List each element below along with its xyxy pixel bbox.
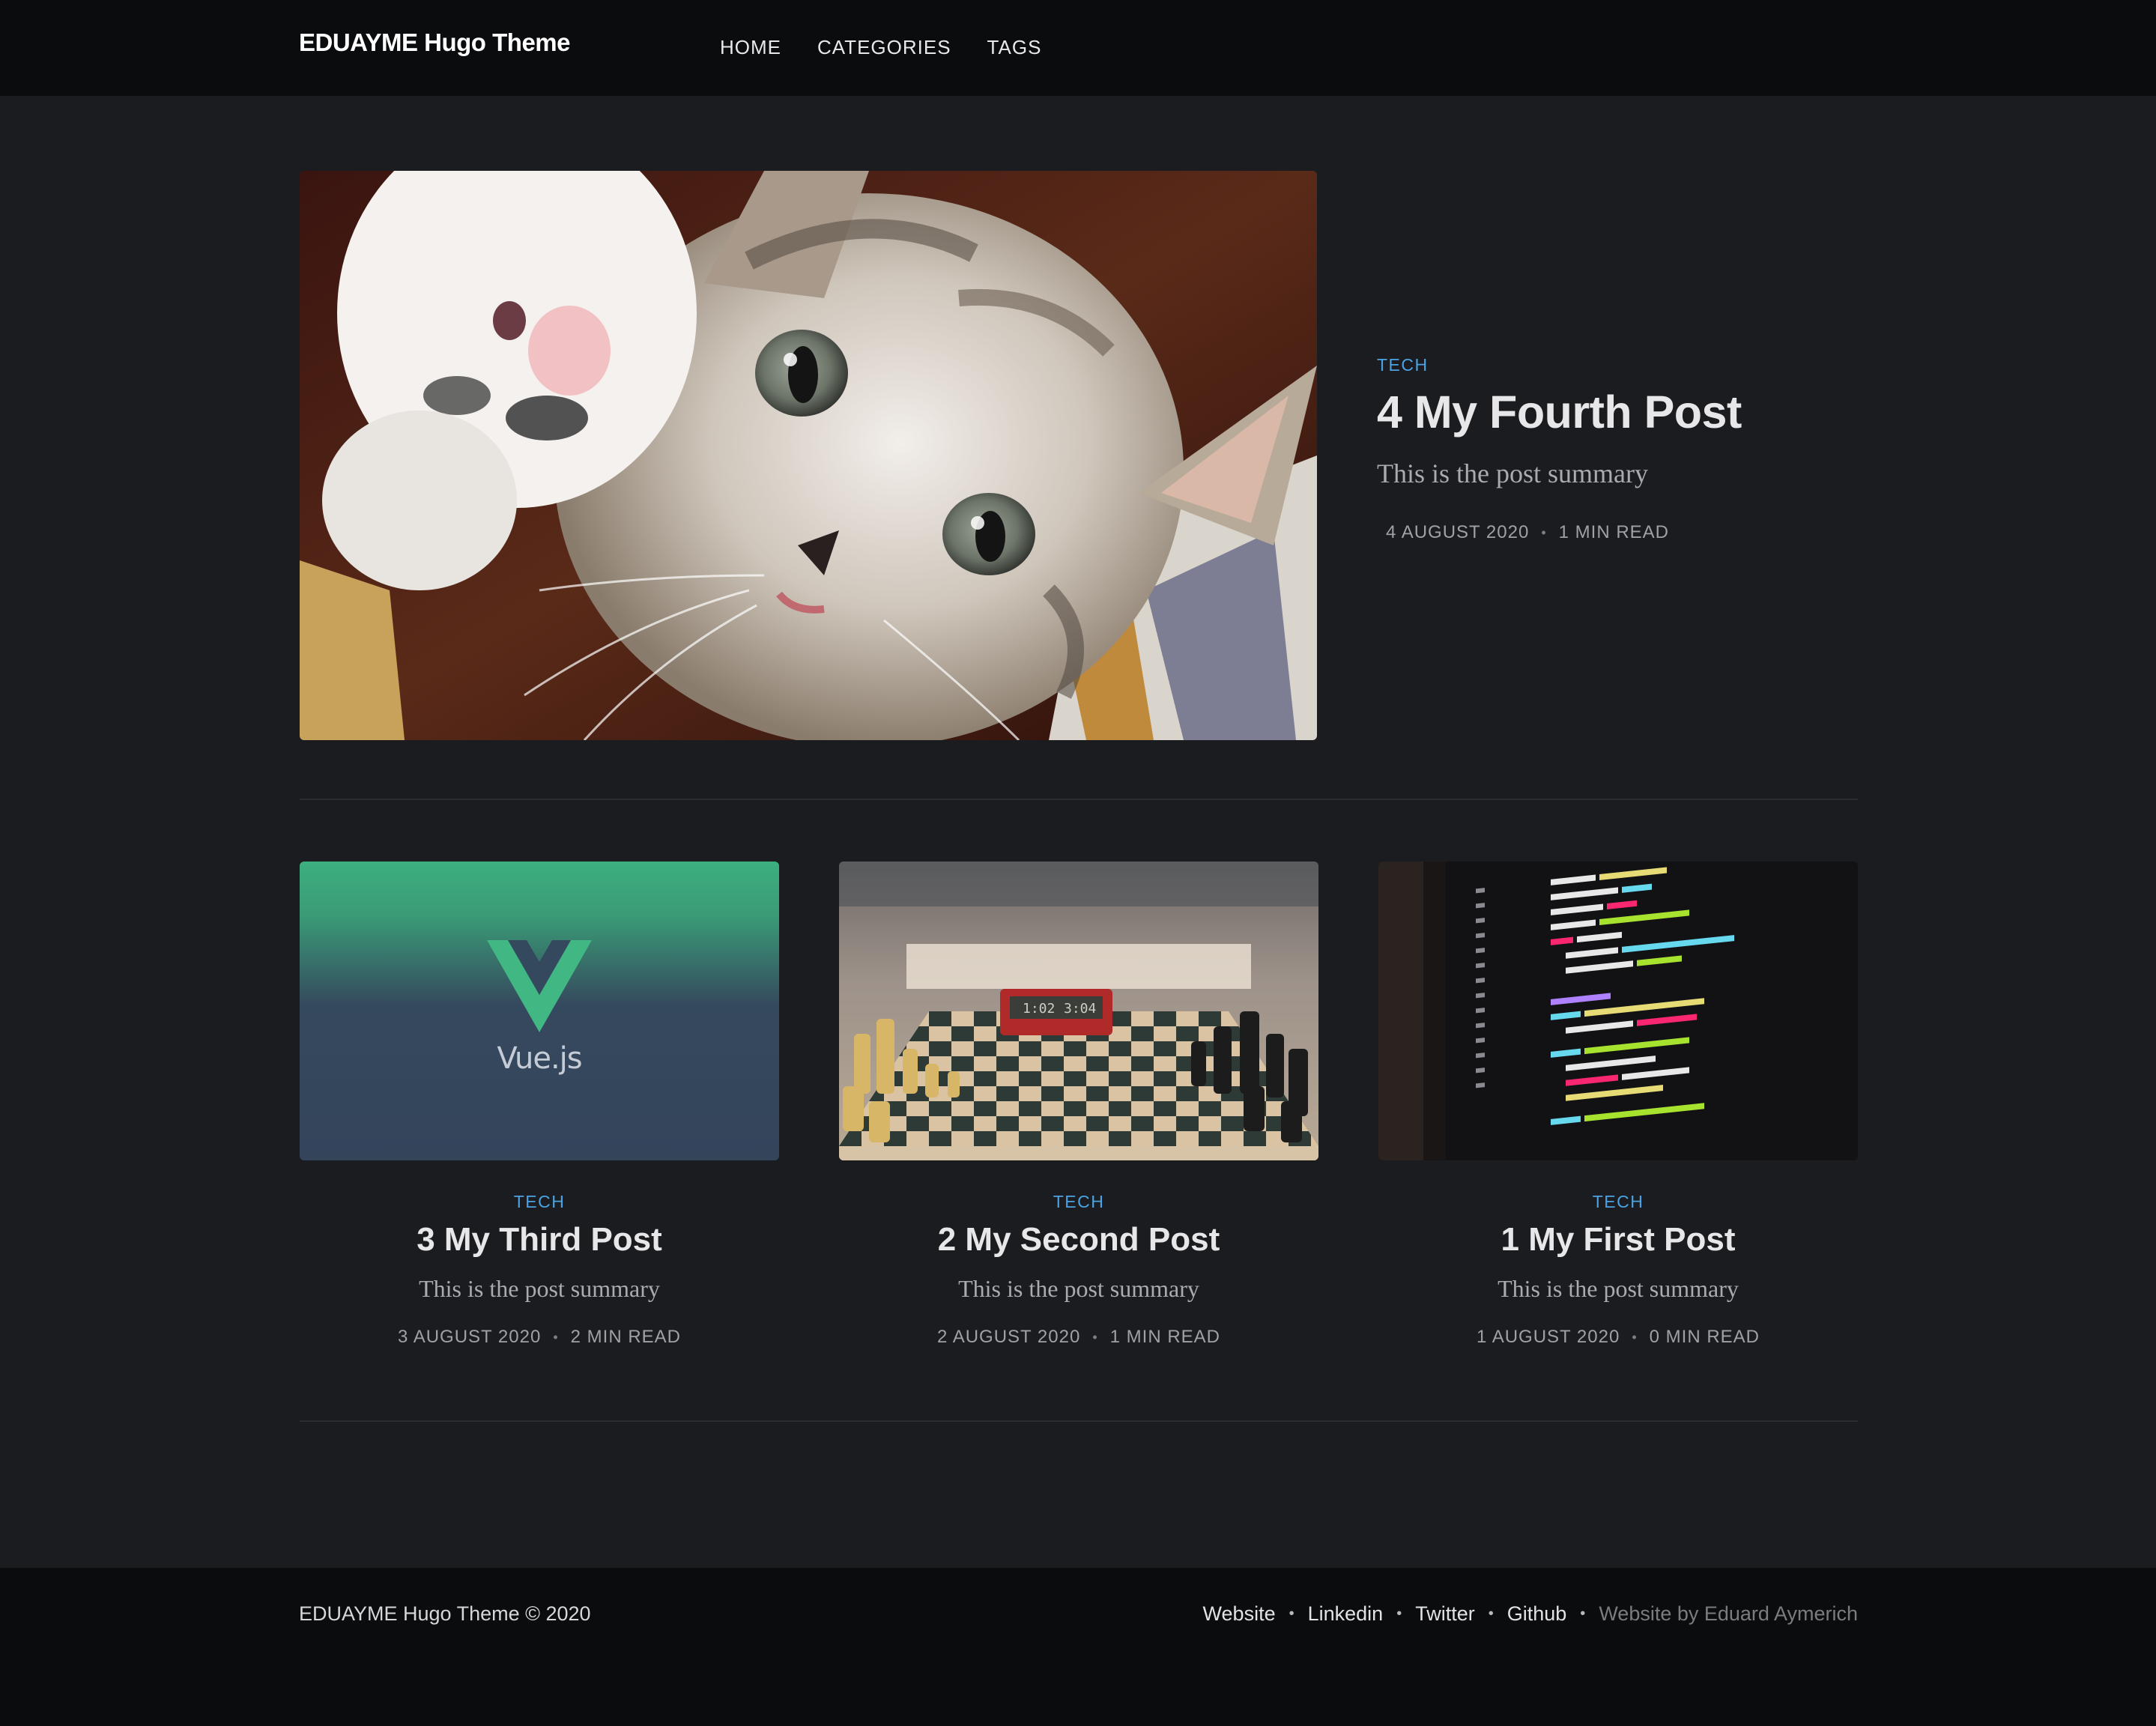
post-card-category[interactable]: TECH — [300, 1192, 779, 1212]
footer-website-link[interactable]: Website — [1203, 1602, 1276, 1626]
post-date: 4 AUGUST 2020 — [1386, 522, 1530, 542]
post-card-image[interactable] — [1378, 862, 1858, 1160]
post-card-meta: 1 AUGUST 2020 • 0 MIN READ — [1378, 1327, 1858, 1348]
post-card-title[interactable]: 3 My Third Post — [300, 1221, 779, 1259]
post-card-title[interactable]: 1 My First Post — [1378, 1221, 1858, 1259]
post-card-image[interactable]: 1:02 3:04 — [839, 862, 1318, 1160]
post-card-category[interactable]: TECH — [1378, 1192, 1858, 1212]
post-read-time: 1 MIN READ — [1558, 522, 1669, 542]
vuejs-logo-text: Vue.js — [497, 1041, 582, 1076]
featured-post-category[interactable]: TECH — [1377, 355, 1429, 375]
featured-post-details: TECH 4 My Fourth Post This is the post s… — [1377, 355, 1976, 543]
featured-post-summary: This is the post summary — [1377, 458, 1648, 488]
chess-clock-left-time: 1:02 — [1023, 1001, 1055, 1017]
featured-post-image[interactable] — [300, 171, 1317, 740]
meta-separator-dot: • — [553, 1329, 559, 1345]
nav-categories-link[interactable]: CATEGORIES — [817, 36, 951, 59]
post-read-time: 1 MIN READ — [1109, 1327, 1220, 1347]
post-card-title[interactable]: 2 My Second Post — [839, 1221, 1318, 1259]
post-date: 2 AUGUST 2020 — [937, 1327, 1081, 1347]
footer-separator-dot: • — [1580, 1605, 1586, 1622]
post-card-category[interactable]: TECH — [839, 1192, 1318, 1212]
featured-post-title[interactable]: 4 My Fourth Post — [1377, 386, 1976, 438]
meta-separator-dot: • — [1092, 1329, 1098, 1345]
section-divider — [300, 1420, 1858, 1422]
footer-credit-link[interactable]: Website by Eduard Aymerich — [1599, 1602, 1858, 1626]
post-card-image[interactable]: Vue.js — [300, 862, 779, 1160]
meta-separator-dot: • — [1632, 1329, 1638, 1345]
code-on-monitor-photo — [1378, 862, 1858, 1160]
post-card: 1:02 3:04 TECH 2 My Second Post This is … — [839, 862, 1318, 1348]
footer-copyright: EDUAYME Hugo Theme © 2020 — [299, 1602, 591, 1625]
post-card-summary: This is the post summary — [419, 1275, 660, 1302]
footer-separator-dot: • — [1396, 1605, 1402, 1622]
footer-linkedin-link[interactable]: Linkedin — [1308, 1602, 1384, 1626]
footer-separator-dot: • — [1488, 1605, 1494, 1622]
chess-clock-right-time: 3:04 — [1064, 1001, 1096, 1017]
kitten-photo — [300, 171, 1317, 740]
site-header: EDUAYME Hugo Theme HOME CATEGORIES TAGS — [0, 0, 2156, 96]
footer-twitter-link[interactable]: Twitter — [1415, 1602, 1475, 1626]
post-card-summary: This is the post summary — [958, 1275, 1199, 1302]
vuejs-logo-image — [300, 862, 779, 1160]
post-card-meta: 2 AUGUST 2020 • 1 MIN READ — [839, 1327, 1318, 1348]
footer-links: Website • Linkedin • Twitter • Github • … — [1203, 1602, 1858, 1626]
post-card-summary: This is the post summary — [1498, 1275, 1739, 1302]
site-footer: EDUAYME Hugo Theme © 2020 Website • Link… — [0, 1568, 2156, 1726]
nav-home-link[interactable]: HOME — [720, 36, 781, 59]
nav-tags-link[interactable]: TAGS — [987, 36, 1042, 59]
section-divider — [300, 799, 1858, 800]
site-brand-link[interactable]: EDUAYME Hugo Theme — [299, 28, 571, 57]
post-date: 1 AUGUST 2020 — [1477, 1327, 1620, 1347]
post-date: 3 AUGUST 2020 — [398, 1327, 542, 1347]
post-read-time: 2 MIN READ — [570, 1327, 681, 1347]
post-read-time: 0 MIN READ — [1649, 1327, 1760, 1347]
chess-board-photo: 1:02 3:04 — [839, 862, 1318, 1160]
footer-separator-dot: • — [1289, 1605, 1294, 1622]
featured-post-meta: 4 AUGUST 2020 • 1 MIN READ — [1377, 522, 1976, 543]
main-nav: HOME CATEGORIES TAGS — [720, 36, 1041, 59]
footer-github-link[interactable]: Github — [1507, 1602, 1567, 1626]
meta-separator-dot: • — [1541, 524, 1547, 540]
post-card: Vue.js TECH 3 My Third Post This is the … — [300, 862, 779, 1348]
post-card-meta: 3 AUGUST 2020 • 2 MIN READ — [300, 1327, 779, 1348]
post-card: TECH 1 My First Post This is the post su… — [1378, 862, 1858, 1348]
